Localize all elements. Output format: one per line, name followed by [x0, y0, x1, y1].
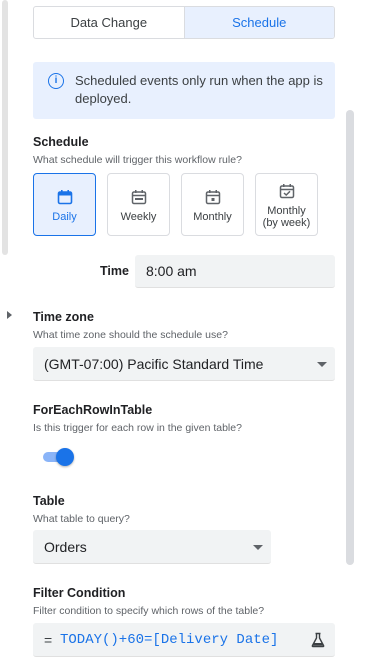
- right-scrollbar[interactable]: [346, 110, 354, 565]
- calendar-week-icon: [131, 189, 147, 210]
- chevron-down-icon: [253, 544, 263, 550]
- schedule-option-monthly-by-week[interactable]: Monthly (by week): [255, 173, 318, 236]
- trigger-type-tabs: Data Change Schedule: [33, 6, 335, 39]
- tab-schedule[interactable]: Schedule: [183, 7, 334, 38]
- timezone-title: Time zone: [33, 310, 94, 324]
- for-each-row-toggle[interactable]: [43, 448, 75, 466]
- tab-data-change[interactable]: Data Change: [34, 7, 184, 38]
- filter-expression-field[interactable]: = TODAY()+60=[Delivery Date]: [33, 623, 335, 657]
- schedule-option-label: Monthly: [193, 211, 232, 223]
- filter-title: Filter Condition: [33, 586, 126, 600]
- info-banner-text: Scheduled events only run when the app i…: [75, 73, 323, 106]
- schedule-option-label: Monthly: [267, 205, 306, 217]
- toggle-knob: [56, 448, 74, 466]
- table-title: Table: [33, 494, 65, 508]
- filter-subtitle: Filter condition to specify which rows o…: [33, 605, 265, 617]
- schedule-option-weekly[interactable]: Weekly: [107, 173, 170, 236]
- for-each-row-subtitle: Is this trigger for each row in the give…: [33, 422, 242, 434]
- table-select[interactable]: Orders: [33, 530, 271, 564]
- for-each-row-title: ForEachRowInTable: [33, 403, 153, 417]
- schedule-option-sublabel: (by week): [262, 217, 311, 229]
- calendar-day-icon: [57, 189, 73, 210]
- chevron-down-icon: [317, 361, 327, 367]
- timezone-value: (GMT-07:00) Pacific Standard Time: [44, 355, 264, 372]
- expression-equals-prefix: =: [44, 631, 53, 648]
- timezone-subtitle: What time zone should the schedule use?: [33, 329, 228, 341]
- schedule-option-label: Daily: [52, 211, 77, 223]
- schedule-subtitle: What schedule will trigger this workflow…: [33, 154, 242, 166]
- calendar-check-icon: [279, 183, 295, 204]
- timezone-select[interactable]: (GMT-07:00) Pacific Standard Time: [33, 347, 335, 381]
- filter-expression: TODAY()+60=[Delivery Date]: [60, 631, 279, 648]
- calendar-month-icon: [205, 189, 221, 210]
- table-subtitle: What table to query?: [33, 513, 130, 525]
- schedule-option-daily[interactable]: Daily: [33, 173, 96, 236]
- left-scrollbar[interactable]: [2, 0, 8, 255]
- flask-icon[interactable]: [311, 632, 325, 653]
- time-field[interactable]: 8:00 am: [135, 255, 335, 288]
- table-value: Orders: [44, 538, 87, 555]
- schedule-title: Schedule: [33, 135, 89, 149]
- schedule-option-label: Weekly: [120, 211, 157, 223]
- info-icon: i: [48, 73, 64, 89]
- expand-caret-icon[interactable]: [7, 311, 12, 319]
- info-banner: i Scheduled events only run when the app…: [33, 62, 335, 119]
- time-value: 8:00 am: [146, 263, 197, 279]
- time-label: Time: [100, 264, 129, 278]
- schedule-option-monthly[interactable]: Monthly: [181, 173, 244, 236]
